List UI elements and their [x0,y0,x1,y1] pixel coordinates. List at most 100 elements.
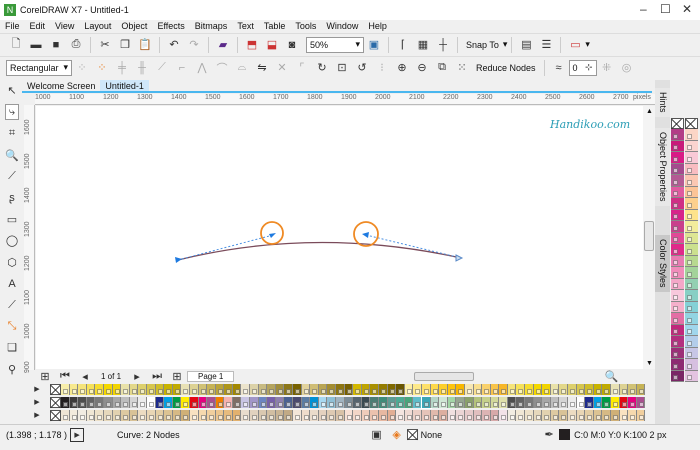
color-swatch[interactable] [301,396,311,408]
color-swatch[interactable] [404,409,414,421]
color-swatch[interactable] [344,383,354,395]
color-swatch[interactable] [69,409,79,421]
show-guidelines-icon[interactable]: ┼ [436,38,450,52]
color-swatch[interactable] [198,383,208,395]
parallel-dimension-icon[interactable]: ⟋ [5,297,19,312]
color-swatch[interactable] [568,396,577,408]
palette-menu-icon[interactable]: ▶ [30,382,44,396]
scroll-up-icon[interactable]: ▲ [646,108,653,115]
color-swatch[interactable] [490,396,500,408]
join-nodes-icon[interactable]: ╪ [115,61,129,75]
color-swatch[interactable] [685,198,698,210]
color-swatch[interactable] [353,396,362,408]
color-swatch[interactable] [172,396,182,408]
color-swatch[interactable] [413,409,422,421]
color-swatch[interactable] [619,396,629,408]
color-swatch[interactable] [585,409,594,421]
color-swatch[interactable] [404,383,414,395]
new-icon[interactable]: 🗋 [9,38,23,52]
color-swatch[interactable] [533,383,543,395]
color-swatch[interactable] [456,409,465,421]
color-swatch[interactable] [576,383,586,395]
color-swatch[interactable] [224,396,233,408]
add-page-icon[interactable]: ⊞ [38,369,52,383]
color-swatch[interactable] [671,209,684,221]
color-swatch[interactable] [439,383,448,395]
color-swatch[interactable] [61,396,70,408]
menu-edit[interactable]: Edit [25,20,51,33]
symmetrical-node-icon[interactable]: ⌓ [235,61,249,75]
color-swatch[interactable] [671,359,684,371]
publish-pdf-icon[interactable]: ◙ [285,38,299,52]
docker-tab-hints[interactable]: Hints [655,88,670,117]
color-swatch[interactable] [396,383,405,395]
first-page-icon[interactable]: ⏮ [58,369,72,383]
color-swatch[interactable] [516,409,526,421]
eyedropper-icon[interactable]: ⚲ [5,362,19,377]
menu-window[interactable]: Window [321,20,363,33]
color-swatch[interactable] [525,383,534,395]
color-swatch[interactable] [267,396,276,408]
color-swatch[interactable] [336,396,345,408]
to-line-icon[interactable]: ⟋ [155,61,169,75]
color-swatch[interactable] [353,409,362,421]
color-swatch[interactable] [155,396,165,408]
color-swatch[interactable] [129,396,139,408]
menu-effects[interactable]: Effects [152,20,189,33]
color-swatch[interactable] [378,383,388,395]
color-swatch[interactable] [671,301,684,313]
color-swatch[interactable] [685,186,698,198]
text-tool-icon[interactable]: A [5,276,19,291]
color-swatch[interactable] [181,383,190,395]
control-point[interactable] [362,232,369,238]
color-swatch[interactable] [78,409,87,421]
color-swatch[interactable] [447,396,457,408]
snap-to-button[interactable]: Snap To [462,40,503,50]
smooth-node-icon[interactable]: ⌒ [215,61,229,75]
menu-view[interactable]: View [50,20,79,33]
color-swatch[interactable] [224,383,233,395]
color-swatch[interactable] [542,409,551,421]
polygon-tool-icon[interactable]: ⬡ [5,255,19,270]
color-swatch[interactable] [378,396,388,408]
color-swatch[interactable] [284,396,294,408]
extend-curve-icon[interactable]: ✕ [275,61,289,75]
color-swatch[interactable] [207,396,216,408]
color-swatch[interactable] [61,409,70,421]
close-curve-icon[interactable]: ↻ [315,61,329,75]
color-swatch[interactable] [671,152,684,164]
color-swatch[interactable] [172,383,182,395]
color-swatch[interactable] [685,232,698,244]
color-swatch[interactable] [464,396,474,408]
color-swatch[interactable] [129,409,139,421]
color-swatch[interactable] [593,396,603,408]
docker-tab-color-styles[interactable]: Color Styles [655,235,670,292]
color-swatch[interactable] [619,383,629,395]
color-swatch[interactable] [447,409,457,421]
color-swatch[interactable] [241,409,251,421]
color-swatch[interactable] [636,396,646,408]
color-swatch[interactable] [611,396,620,408]
color-swatch[interactable] [671,313,684,325]
color-swatch[interactable] [69,383,79,395]
extract-subpath-icon[interactable]: ⌜ [295,61,309,75]
color-swatch[interactable] [155,383,165,395]
color-swatch[interactable] [284,409,294,421]
color-swatch[interactable] [507,396,517,408]
color-proofing-icon[interactable]: ▣ [370,428,384,442]
control-point[interactable] [269,233,276,238]
export-icon[interactable]: ⬓ [265,38,279,52]
color-swatch[interactable] [671,140,684,152]
color-swatch[interactable] [542,383,551,395]
copy-icon[interactable]: ❐ [118,38,132,52]
color-swatch[interactable] [103,409,113,421]
vertical-reflect-icon[interactable]: ⊖ [415,61,429,75]
show-rulers-icon[interactable]: ⌈ [396,38,410,52]
previous-page-icon[interactable]: ◂ [78,369,92,383]
color-swatch[interactable] [103,396,113,408]
break-curve-icon[interactable]: ╫ [135,61,149,75]
color-swatch[interactable] [121,409,130,421]
color-swatch[interactable] [507,409,517,421]
color-swatch[interactable] [550,409,560,421]
play-icon[interactable]: ▶ [70,427,85,442]
